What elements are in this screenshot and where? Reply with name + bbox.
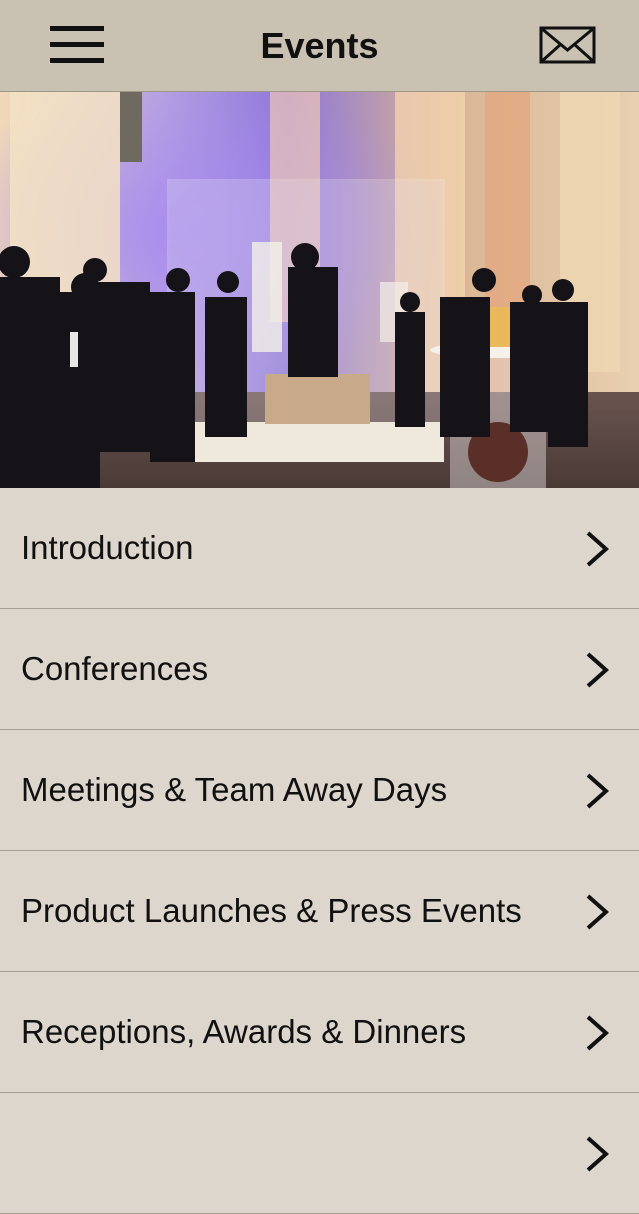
chevron-right-icon <box>586 531 610 567</box>
hamburger-menu-icon <box>50 26 104 63</box>
envelope-icon <box>539 26 596 64</box>
chevron-right-icon <box>586 773 610 809</box>
list-item-receptions[interactable]: Receptions, Awards & Dinners <box>0 972 639 1093</box>
chevron-right-icon <box>586 894 610 930</box>
top-bar: Events <box>0 0 639 92</box>
list-item-meetings[interactable]: Meetings & Team Away Days <box>0 730 639 851</box>
chevron-right-icon <box>586 1015 610 1051</box>
menu-button[interactable] <box>44 20 110 70</box>
list-item-label: Product Launches & Press Events <box>21 892 522 929</box>
list-item-product-launches[interactable]: Product Launches & Press Events <box>0 851 639 972</box>
list-item-partial[interactable] <box>0 1093 639 1214</box>
list-item-conferences[interactable]: Conferences <box>0 609 639 730</box>
list-item-label: Meetings & Team Away Days <box>21 771 448 808</box>
event-categories-list: Introduction Conferences Meetings & Team… <box>0 488 639 1214</box>
list-item-label: Receptions, Awards & Dinners <box>21 1013 467 1050</box>
chevron-right-icon <box>586 652 610 688</box>
event-reception-photo <box>0 92 639 488</box>
list-item-label: Introduction <box>21 529 194 566</box>
list-item-introduction[interactable]: Introduction <box>0 488 639 609</box>
chevron-right-icon <box>586 1136 610 1172</box>
hero-image <box>0 92 639 488</box>
list-item-label: Conferences <box>21 650 209 687</box>
mail-button[interactable] <box>532 20 602 70</box>
